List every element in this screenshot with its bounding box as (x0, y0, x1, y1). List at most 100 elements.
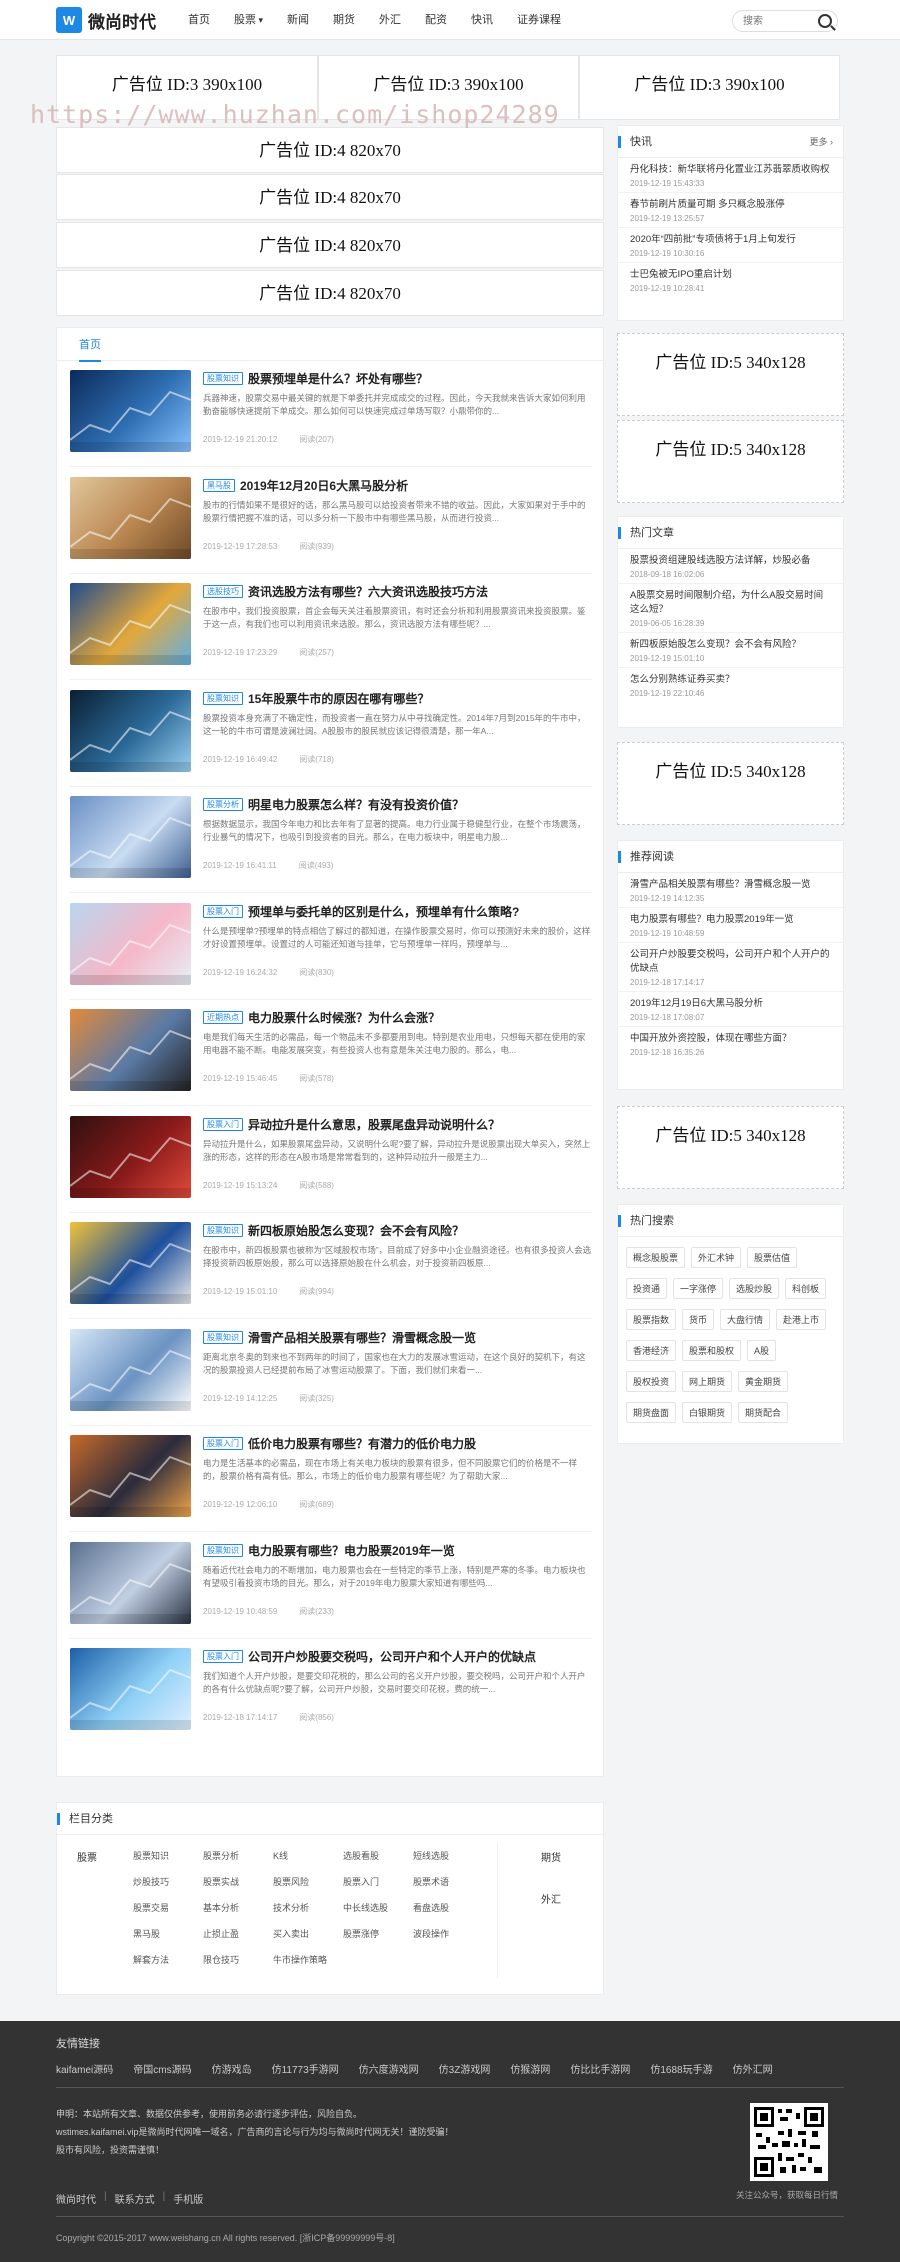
category-link[interactable]: 股票交易 (133, 1901, 203, 1916)
list-item[interactable]: 士巴兔被无IPO重启计划 2019-12-19 10:28:41 (618, 263, 843, 297)
category-badge[interactable]: 股票入门 (203, 1117, 243, 1131)
friend-link[interactable]: 仿11773手游网 (272, 2061, 339, 2076)
category-badge[interactable]: 股票入门 (203, 1437, 243, 1450)
article-item[interactable]: 股票知识 滑雪产品相关股票有哪些？滑雪概念股一览 距离北京冬奥的到来也不到两年的时间… (70, 1328, 592, 1423)
article-thumbnail[interactable] (70, 1115, 191, 1198)
tag-item[interactable]: 投资通 (626, 1278, 668, 1299)
category-badge[interactable]: 股票知识 (203, 691, 243, 705)
nav-news[interactable]: 新闻 (275, 0, 321, 40)
tag-item[interactable]: 科创板 (785, 1278, 827, 1299)
tag-item[interactable]: 白银期货 (682, 1402, 733, 1423)
friend-link[interactable]: 仿游戏岛 (212, 2061, 252, 2076)
list-item[interactable]: 股票投资组建股线选股方法详解，炒股必备 2018-09-18 16:02:06 (618, 549, 843, 584)
footer-link-home[interactable]: 微尚时代 (56, 2191, 96, 2206)
category-forex[interactable]: 外汇 (541, 1891, 561, 1906)
ad-slot-3[interactable]: 广告位 ID:3 390x100 (579, 55, 840, 120)
article-title[interactable]: 公司开户炒股要交税吗，公司开户和个人开户的优缺点 (248, 1650, 536, 1664)
category-link[interactable]: 波段操作 (413, 1927, 483, 1942)
article-item[interactable]: 股票知识 电力股票有哪些？电力股票2019年一览 随着近代社会电力的不断增加，电力股… (70, 1541, 592, 1636)
article-title[interactable]: 预埋单与委托单的区别是什么，预埋单有什么策略? (248, 905, 519, 919)
more-link[interactable]: 更多 › (809, 126, 833, 158)
nav-stocks[interactable]: 股票 (222, 0, 275, 40)
tag-item[interactable]: A股 (747, 1340, 777, 1361)
nav-futures[interactable]: 期货 (321, 0, 367, 40)
friend-link[interactable]: 仿比比手游网 (570, 2061, 630, 2076)
article-item[interactable]: 股票知识 股票预埋单是什么？坏处有哪些？ 兵器神速，股票交易中最关键的就是下单委托并… (70, 370, 592, 464)
list-item[interactable]: 2020年“四前批”专项债将于1月上旬发行 2019-12-19 10:30:16 (618, 228, 843, 263)
list-item[interactable]: 滑雪产品相关股票有哪些？滑雪概念股一览 2019-12-19 14:12:35 (618, 873, 843, 908)
nav-flash[interactable]: 快讯 (459, 0, 505, 40)
article-title[interactable]: 滑雪产品相关股票有哪些？滑雪概念股一览 (248, 1331, 476, 1345)
tag-item[interactable]: 股权投资 (626, 1371, 677, 1392)
nav-courses[interactable]: 证券课程 (505, 0, 573, 40)
nav-margin[interactable]: 配资 (413, 0, 459, 40)
list-item[interactable]: 怎么分别熟练证券买卖？ 2019-12-19 22:10:46 (618, 668, 843, 702)
article-item[interactable]: 股票入门 低价电力股票有哪些？有潜力的低价电力股 电力是生活基本的必需品，现在市场上… (70, 1435, 592, 1529)
list-item[interactable]: A股票交易时间限制介绍，为什么A股交易时间这么短？ 2019-06-05 16:2… (618, 584, 843, 633)
tag-item[interactable]: 黄金期货 (738, 1371, 789, 1392)
article-thumbnail[interactable] (70, 1009, 191, 1091)
category-badge[interactable]: 股票知识 (203, 1543, 243, 1557)
category-link[interactable]: 中长线选股 (343, 1901, 413, 1916)
article-title[interactable]: 电力股票有哪些？电力股票2019年一览 (248, 1544, 455, 1558)
category-badge[interactable]: 股票知识 (203, 1330, 243, 1344)
ad-slot-5[interactable]: 广告位 ID:5 340x128 (617, 742, 844, 825)
category-futures[interactable]: 期货 (541, 1849, 561, 1864)
article-title[interactable]: 低价电力股票有哪些？有潜力的低价电力股 (248, 1437, 476, 1451)
category-link[interactable]: 股票入门 (343, 1875, 413, 1890)
article-thumbnail[interactable] (70, 1541, 191, 1624)
tag-item[interactable]: 期货盘面 (626, 1402, 677, 1423)
category-badge[interactable]: 股票分析 (203, 798, 243, 811)
article-title[interactable]: 电力股票什么时候涨？为什么会涨？ (248, 1011, 440, 1025)
tag-item[interactable]: 一字涨停 (673, 1278, 724, 1299)
category-link[interactable]: 技术分析 (273, 1901, 343, 1916)
ad-slot-4[interactable]: 广告位 ID:4 820x70 (56, 222, 604, 268)
ad-slot-4[interactable]: 广告位 ID:4 820x70 (56, 127, 604, 173)
article-item[interactable]: 股票知识 15年股票牛市的原因在哪有哪些？ 股票投资本身充满了不确定性，而投资者一直… (70, 689, 592, 784)
tag-item[interactable]: 选股炒股 (729, 1278, 780, 1299)
category-link[interactable]: 炒股技巧 (133, 1875, 203, 1890)
category-link[interactable]: 股票术语 (413, 1875, 483, 1890)
footer-link-mobile[interactable]: 手机版 (173, 2191, 203, 2206)
article-thumbnail[interactable] (70, 1328, 191, 1411)
category-badge[interactable]: 黑马股 (203, 478, 235, 492)
article-item[interactable]: 黑马股 2019年12月20日6大黑马股分析 股市的行情如果不是很好的话，那么黑马股… (70, 476, 592, 571)
category-link[interactable]: 基本分析 (203, 1901, 273, 1916)
article-thumbnail[interactable] (70, 796, 191, 878)
list-item[interactable]: 新四板原始股怎么变现？会不会有风险？ 2019-12-19 15:01:10 (618, 633, 843, 668)
category-link[interactable]: 选股看股 (343, 1849, 413, 1864)
article-item[interactable]: 股票入门 预埋单与委托单的区别是什么，预埋单有什么策略? 什么是预埋单?预埋单的特点… (70, 902, 592, 997)
tag-item[interactable]: 网上期货 (682, 1371, 733, 1392)
list-item[interactable]: 2019年12月19日6大黑马股分析 2019-12-18 17:08:07 (618, 992, 843, 1027)
ad-slot-4[interactable]: 广告位 ID:4 820x70 (56, 270, 604, 316)
article-thumbnail[interactable] (70, 1435, 191, 1517)
list-item[interactable]: 电力股票有哪些？电力股票2019年一览 2019-12-19 10:48:59 (618, 908, 843, 943)
list-item[interactable]: 春节前刷片质量可期 多只概念股涨停 2019-12-19 13:25:57 (618, 193, 843, 228)
article-thumbnail[interactable] (70, 370, 191, 452)
category-link[interactable]: 股票实战 (203, 1875, 273, 1890)
ad-slot-5[interactable]: 广告位 ID:5 340x128 (617, 1106, 844, 1189)
article-thumbnail[interactable] (70, 476, 191, 559)
site-logo[interactable]: W 微尚时代 (56, 7, 156, 33)
category-link[interactable]: 股票分析 (203, 1849, 273, 1864)
article-item[interactable]: 选股技巧 资讯选股方法有哪些？六大资讯选股技巧方法 在股市中，我们投资股票，首企会每… (70, 583, 592, 677)
list-item[interactable]: 公司开户炒股要交税吗，公司开户和个人开户的优缺点 2019-12-18 17:14… (618, 943, 843, 992)
ad-slot-5[interactable]: 广告位 ID:5 340x128 (617, 333, 844, 416)
category-link[interactable]: 限仓技巧 (203, 1953, 273, 1968)
friend-link[interactable]: 仿猴游网 (510, 2061, 550, 2076)
category-link[interactable]: K线 (273, 1849, 343, 1864)
category-main-label[interactable]: 股票 (77, 1849, 97, 1864)
category-link[interactable]: 股票风险 (273, 1875, 343, 1890)
category-badge[interactable]: 股票入门 (203, 904, 243, 918)
category-link[interactable]: 股票知识 (133, 1849, 203, 1864)
category-link[interactable]: 股票涨停 (343, 1927, 413, 1942)
article-thumbnail[interactable] (70, 1222, 191, 1304)
friend-link[interactable]: 帝国cms源码 (133, 2061, 191, 2076)
article-title[interactable]: 明星电力股票怎么样？有没有投资价值？ (248, 798, 464, 812)
article-title[interactable]: 异动拉升是什么意思，股票尾盘异动说明什么？ (248, 1118, 500, 1132)
search-input[interactable] (733, 11, 809, 31)
friend-link[interactable]: kaifamei源码 (56, 2061, 113, 2076)
tag-item[interactable]: 货币 (682, 1309, 715, 1330)
article-item[interactable]: 近期热点 电力股票什么时候涨？为什么会涨？ 电是我们每天生活的必需品，每一个物品未不… (70, 1009, 592, 1103)
article-item[interactable]: 股票分析 明星电力股票怎么样？有没有投资价值？ 根据数据显示，我国今年电力和比去年有… (70, 796, 592, 890)
